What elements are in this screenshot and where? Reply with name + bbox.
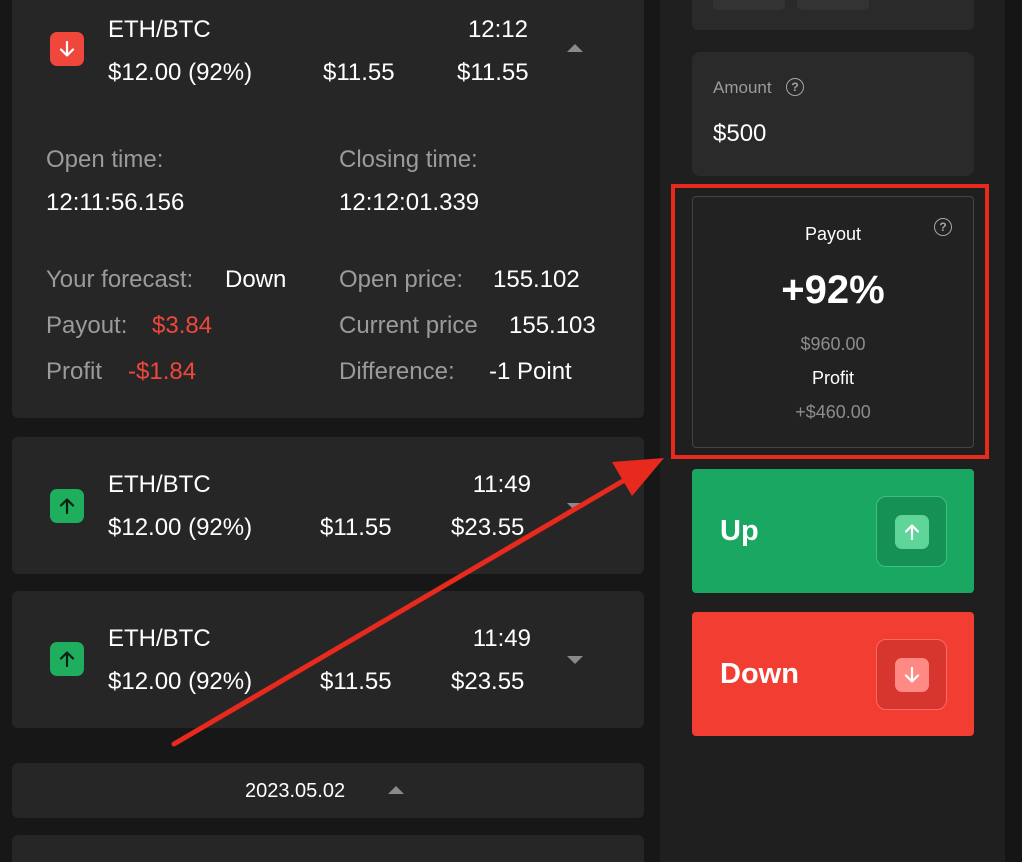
trade-pair: ETH/BTC	[108, 16, 211, 43]
amount-value[interactable]: $500	[713, 120, 766, 148]
current-price-value: 155.103	[509, 312, 596, 339]
trade-value: $11.55	[457, 59, 529, 86]
chevron-down-icon[interactable]	[567, 503, 583, 511]
trade-card[interactable]	[12, 437, 644, 574]
current-price-label: Current price	[339, 312, 478, 339]
date-group-label: 2023.05.02	[245, 780, 346, 802]
trades-panel: ETH/BTC 12:12 $12.00 (92%) $11.55 $11.55…	[0, 0, 660, 862]
trade-value: $11.55	[320, 514, 392, 541]
difference-label: Difference:	[339, 358, 455, 385]
trade-time: 12:12	[467, 16, 528, 43]
arrow-up-icon	[50, 642, 84, 676]
annotation-highlight-box	[671, 184, 989, 459]
trade-time: 11:49	[472, 471, 531, 498]
trade-amount-payout: $12.00 (92%)	[108, 668, 253, 695]
chevron-up-icon[interactable]	[388, 786, 404, 794]
trade-card[interactable]	[12, 591, 644, 728]
closing-time-label: Closing time:	[339, 146, 478, 173]
forecast-value: Down	[225, 266, 287, 293]
trade-pair: ETH/BTC	[108, 471, 211, 498]
payout-value: $3.84	[152, 312, 213, 339]
up-button-label: Up	[720, 515, 759, 547]
help-icon[interactable]: ?	[786, 78, 804, 96]
trade-card[interactable]	[12, 835, 644, 862]
profit-value: -$1.84	[128, 358, 197, 385]
down-button-label: Down	[720, 658, 799, 690]
arrow-up-icon	[50, 489, 84, 523]
arrow-up-icon	[876, 496, 947, 567]
trade-amount-payout: $12.00 (92%)	[108, 59, 253, 86]
trade-time: 11:49	[472, 625, 531, 652]
trade-value: $23.55	[451, 514, 525, 541]
difference-value: -1 Point	[489, 358, 572, 385]
arrow-down-icon	[876, 639, 947, 710]
down-button[interactable]: Down	[692, 612, 974, 736]
trade-value: $23.55	[451, 668, 525, 695]
open-time-value: 12:11:56.156	[46, 189, 185, 216]
time-option-button[interactable]	[713, 0, 785, 10]
forecast-label: Your forecast:	[46, 266, 194, 293]
payout-label: Payout:	[46, 312, 128, 339]
profit-label: Profit	[46, 358, 103, 385]
open-time-label: Open time:	[46, 146, 164, 173]
open-price-label: Open price:	[339, 266, 464, 293]
amount-field[interactable]	[692, 52, 974, 176]
trade-amount-payout: $12.00 (92%)	[108, 514, 253, 541]
time-option-button[interactable]	[797, 0, 869, 10]
window-edge	[1005, 0, 1022, 862]
up-button[interactable]: Up	[692, 469, 974, 593]
chevron-up-icon[interactable]	[567, 44, 583, 52]
closing-time-value: 12:12:01.339	[339, 189, 480, 216]
trade-value: $11.55	[320, 668, 392, 695]
chevron-down-icon[interactable]	[567, 656, 583, 664]
open-price-value: 155.102	[493, 266, 580, 293]
trade-pair: ETH/BTC	[108, 625, 211, 652]
amount-label: Amount	[713, 78, 772, 97]
arrow-down-icon	[50, 32, 84, 66]
trade-value: $11.55	[323, 59, 395, 86]
